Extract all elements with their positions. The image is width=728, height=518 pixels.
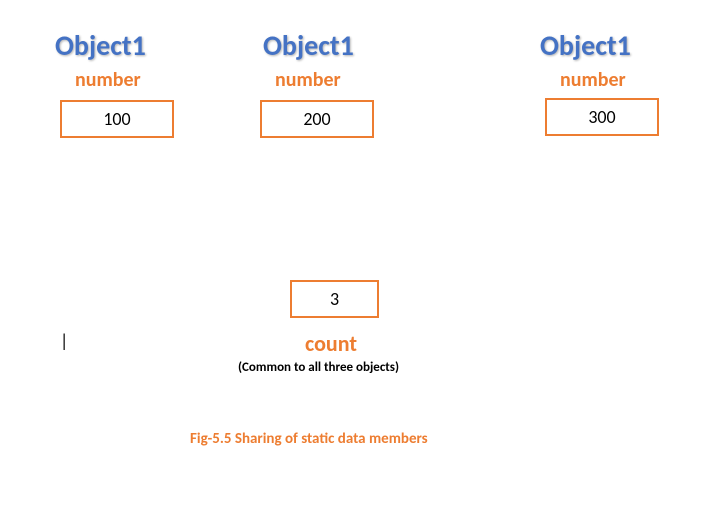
number-label-1: number bbox=[75, 68, 141, 92]
object-title-2: Object1 bbox=[263, 28, 354, 63]
cursor-mark: | bbox=[60, 330, 68, 352]
figure-caption: Fig-5.5 Sharing of static data members bbox=[190, 430, 428, 448]
common-note: (Common to all three objects) bbox=[238, 360, 399, 375]
number-label-2: number bbox=[275, 68, 341, 92]
object-title-3: Object1 bbox=[540, 28, 631, 63]
count-value-box: 3 bbox=[290, 280, 379, 318]
value-box-2: 200 bbox=[260, 100, 374, 138]
value-box-1: 100 bbox=[60, 100, 174, 138]
object-title-1: Object1 bbox=[55, 28, 146, 63]
number-label-3: number bbox=[560, 68, 626, 92]
value-box-3: 300 bbox=[545, 98, 659, 136]
count-label: count bbox=[305, 330, 357, 357]
